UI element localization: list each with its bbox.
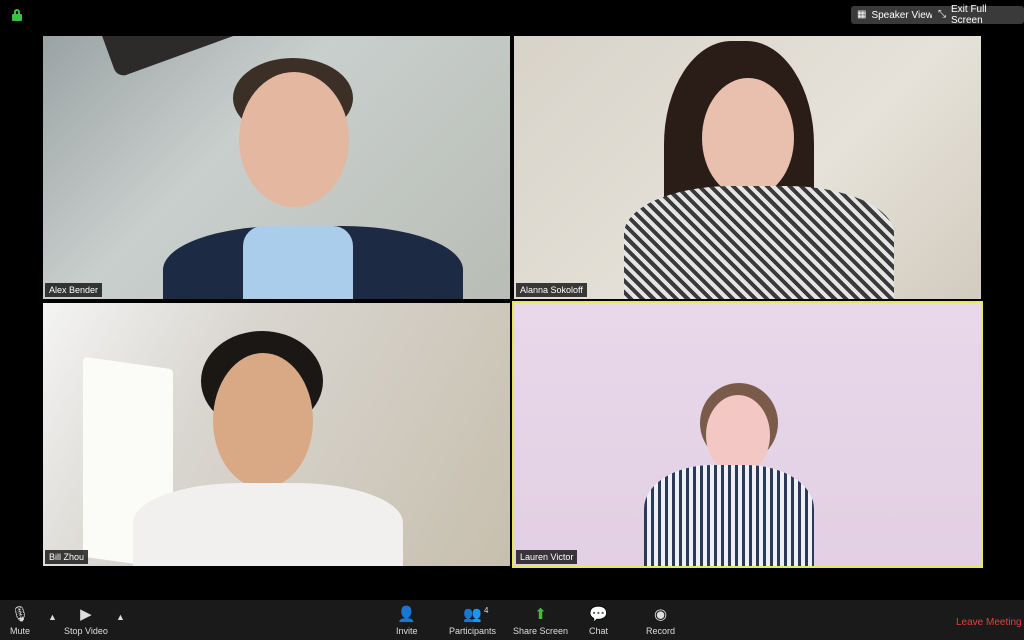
torso [624, 186, 894, 299]
audio-options-caret[interactable]: ▲ [48, 612, 57, 622]
meeting-toolbar: 🎙 Mute ▲ ▶ Stop Video ▲ 👤 Invite 👥 Parti… [0, 600, 1024, 640]
shirt [243, 226, 353, 299]
video-tile[interactable]: Bill Zhou [43, 303, 510, 566]
stop-video-label: Stop Video [64, 626, 108, 636]
record-icon: ◉ [653, 606, 668, 623]
chat-icon: 💬 [589, 606, 608, 623]
lock-icon[interactable] [12, 9, 22, 21]
stop-video-button[interactable]: ▶ Stop Video [64, 604, 108, 636]
leave-meeting-button[interactable]: Leave Meeting [956, 617, 1022, 628]
face [239, 72, 349, 207]
ceiling-fan [96, 36, 250, 79]
participant-name: Bill Zhou [45, 550, 89, 564]
meeting-window: ▦ Speaker View ⤡ Exit Full Screen Alex B… [0, 0, 1024, 640]
participants-count: 4 [484, 606, 489, 615]
speaker-view-icon: ▦ [857, 9, 867, 20]
exit-full-screen-button[interactable]: ⤡ Exit Full Screen [932, 4, 1024, 26]
chat-label: Chat [589, 626, 609, 636]
participant-name: Alex Bender [45, 283, 103, 297]
exit-full-screen-label: Exit Full Screen [951, 4, 987, 26]
face [702, 78, 794, 198]
participant-name: Alanna Sokoloff [516, 283, 587, 297]
video-tile-active[interactable]: Lauren Victor [512, 301, 983, 568]
participants-icon: 👥 [463, 606, 482, 623]
face [706, 395, 770, 475]
share-screen-label: Share Screen [513, 626, 569, 636]
chat-button[interactable]: 💬 Chat [589, 604, 608, 636]
exit-fullscreen-icon: ⤡ [938, 9, 946, 20]
invite-label: Invite [396, 626, 418, 636]
video-tile[interactable]: Alex Bender [43, 36, 510, 299]
speaker-view-label: Speaker View [871, 9, 933, 21]
participants-button[interactable]: 👥 Participants [449, 604, 496, 636]
mute-label: Mute [10, 626, 31, 636]
speaker-view-button[interactable]: ▦ Speaker View [851, 6, 939, 24]
face [213, 353, 313, 488]
participants-label: Participants [449, 626, 497, 636]
torso [644, 465, 814, 566]
invite-icon: 👤 [397, 606, 417, 623]
share-screen-icon: ⬆ [534, 606, 547, 623]
invite-button[interactable]: 👤 Invite [396, 604, 418, 636]
microphone-icon: 🎙 [10, 606, 30, 623]
participant-name: Lauren Victor [516, 550, 578, 564]
video-tile[interactable]: Alanna Sokoloff [514, 36, 981, 299]
mute-button[interactable]: 🎙 Mute [10, 604, 30, 636]
video-options-caret[interactable]: ▲ [116, 612, 125, 622]
torso [133, 483, 403, 566]
share-screen-button[interactable]: ⬆ Share Screen [513, 604, 568, 636]
video-camera-icon: ▶ [80, 606, 92, 623]
record-button[interactable]: ◉ Record [646, 604, 675, 636]
record-label: Record [646, 626, 676, 636]
